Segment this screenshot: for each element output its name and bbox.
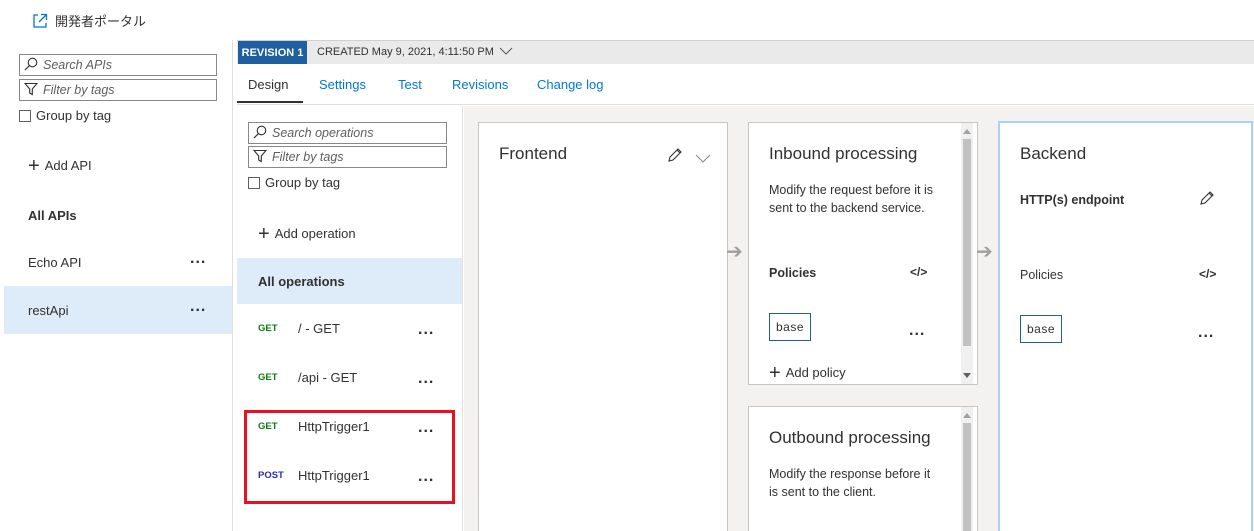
highlight-annotation	[244, 410, 455, 504]
search-apis-input[interactable]: Search APIs	[19, 54, 217, 76]
base-policy-chip[interactable]: base	[769, 313, 812, 341]
tab-design[interactable]: Design	[248, 77, 288, 92]
more-options-icon[interactable]: ...	[190, 299, 206, 315]
more-options-icon[interactable]: ...	[418, 322, 434, 338]
add-api-label: Add API	[44, 158, 92, 173]
plus-icon: +	[769, 361, 781, 384]
edit-pencil-icon[interactable]	[1199, 190, 1215, 209]
all-operations-item[interactable]: All operations	[237, 258, 462, 304]
developer-portal-label: 開発者ポータル	[55, 14, 147, 29]
filter-apis-placeholder: Filter by tags	[43, 83, 115, 97]
frontend-title: Frontend	[499, 144, 568, 163]
group-by-tag-label: Group by tag	[36, 108, 112, 123]
add-operation-button[interactable]: + Add operation	[258, 222, 356, 245]
more-options-icon[interactable]: ...	[418, 371, 434, 387]
edit-pencil-icon[interactable]	[667, 147, 683, 166]
active-tab-indicator	[237, 101, 303, 103]
code-view-icon[interactable]: </>	[1199, 267, 1216, 281]
outbound-title: Outbound processing	[769, 428, 931, 447]
operation-path: / - GET	[298, 320, 340, 336]
inbound-description: Modify the request before it is sent to …	[769, 183, 933, 215]
filter-icon	[252, 149, 268, 166]
outbound-scrollbar[interactable]	[961, 407, 973, 531]
inbound-scrollbar[interactable]	[961, 123, 973, 384]
filter-operations-placeholder: Filter by tags	[272, 150, 344, 164]
api-item-restapi[interactable]: restApi ...	[4, 286, 232, 334]
operation-row[interactable]: GET /api - GET ...	[237, 354, 462, 400]
more-options-icon[interactable]: ...	[909, 323, 925, 339]
outbound-processing-card: Outbound processing Modify the response …	[748, 406, 978, 531]
search-apis-placeholder: Search APIs	[43, 58, 113, 72]
chevron-down-icon	[499, 46, 513, 58]
filter-apis-input[interactable]: Filter by tags	[19, 79, 217, 101]
add-policy-button[interactable]: + Add policy	[769, 361, 846, 384]
add-api-button[interactable]: + Add API	[28, 154, 92, 177]
backend-card: Backend HTTP(s) endpoint Policies </> ba…	[998, 121, 1253, 531]
code-view-icon[interactable]: </>	[910, 265, 927, 279]
revision-badge: REVISION 1	[238, 41, 307, 64]
group-by-tag-checkbox[interactable]: Group by tag	[19, 108, 111, 123]
checkbox-box[interactable]	[19, 109, 31, 122]
tab-bar: Design Settings Test Revisions Change lo…	[237, 65, 1254, 105]
revision-created-label: CREATED May 9, 2021, 4:11:50 PM	[317, 46, 494, 58]
inbound-policies-label: Policies	[769, 266, 817, 280]
top-bar: 開発者ポータル	[0, 0, 1254, 40]
outbound-description: Modify the response before it is sent to…	[769, 467, 931, 499]
inbound-title: Inbound processing	[769, 144, 918, 163]
scroll-up-icon[interactable]	[963, 129, 971, 134]
api-item-echo[interactable]: Echo API ...	[4, 238, 232, 286]
method-badge: GET	[258, 322, 278, 334]
search-icon	[253, 125, 267, 142]
external-link-icon	[32, 13, 48, 29]
scroll-up-icon[interactable]	[963, 413, 971, 418]
base-policy-chip[interactable]: base	[1020, 315, 1063, 343]
api-item-label: restApi	[28, 302, 69, 318]
api-item-label: Echo API	[28, 254, 82, 270]
tab-revisions[interactable]: Revisions	[452, 77, 508, 92]
more-options-icon[interactable]: ...	[1198, 325, 1214, 341]
add-policy-label: Add policy	[785, 365, 846, 380]
filter-icon	[23, 82, 39, 99]
inbound-processing-card: Inbound processing Modify the request be…	[748, 122, 978, 385]
design-canvas: Frontend ➔ Inbound processing Modify the…	[464, 106, 1254, 531]
operation-path: /api - GET	[298, 369, 358, 385]
revision-created-dropdown[interactable]: CREATED May 9, 2021, 4:11:50 PM	[317, 46, 513, 58]
all-apis-heading: All APIs	[28, 208, 77, 223]
group-by-tag-checkbox[interactable]: Group by tag	[248, 175, 340, 190]
api-sidebar: Search APIs Filter by tags Group by tag …	[0, 40, 233, 531]
backend-policies-label: Policies	[1020, 268, 1064, 282]
plus-icon: +	[28, 154, 40, 177]
scroll-down-icon[interactable]	[963, 373, 971, 378]
all-operations-label: All operations	[258, 273, 345, 289]
backend-title: Backend	[1020, 144, 1087, 163]
scroll-thumb[interactable]	[963, 139, 971, 346]
chevron-down-icon[interactable]	[695, 151, 711, 166]
http-endpoint-label: HTTP(s) endpoint	[1020, 193, 1125, 207]
search-icon	[24, 57, 38, 74]
filter-operations-input[interactable]: Filter by tags	[248, 146, 447, 168]
tab-settings[interactable]: Settings	[319, 77, 366, 92]
tab-test[interactable]: Test	[398, 77, 422, 92]
add-operation-label: Add operation	[274, 226, 356, 241]
tab-change-log[interactable]: Change log	[537, 77, 604, 92]
operation-row[interactable]: GET / - GET ...	[237, 305, 462, 351]
checkbox-box[interactable]	[248, 176, 260, 189]
group-by-tag-label: Group by tag	[265, 175, 341, 190]
search-operations-placeholder: Search operations	[272, 126, 374, 140]
search-operations-input[interactable]: Search operations	[248, 122, 447, 144]
more-options-icon[interactable]: ...	[190, 251, 206, 267]
scroll-thumb[interactable]	[963, 423, 971, 531]
method-badge: GET	[258, 371, 278, 383]
arrow-right-icon: ➔	[976, 241, 993, 263]
frontend-card: Frontend	[478, 122, 728, 531]
developer-portal-link[interactable]: 開発者ポータル	[32, 11, 146, 30]
arrow-right-icon: ➔	[726, 241, 743, 263]
plus-icon: +	[258, 222, 270, 245]
revision-bar: REVISION 1 CREATED May 9, 2021, 4:11:50 …	[237, 40, 1254, 64]
